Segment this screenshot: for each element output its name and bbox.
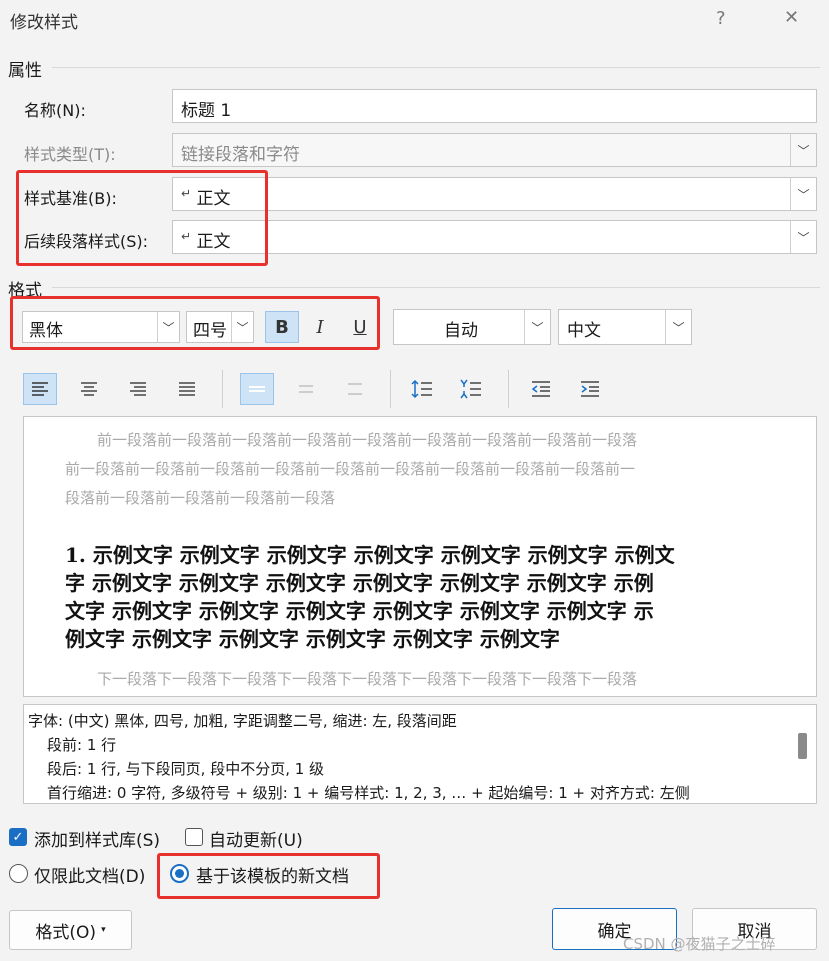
next-paragraph-line: 下一段落下一段落下一段落下一段落下一段落下一段落下一段落下一段落下一段落 (97, 670, 638, 688)
script-value: 中文 (567, 321, 601, 341)
name-label: 名称(N): (24, 101, 86, 120)
style-type-select: 链接段落和字符 ﹀ (172, 133, 817, 167)
decrease-paragraph-spacing-icon (460, 379, 481, 399)
highlight-box-template (157, 853, 380, 899)
format-menu-button[interactable]: 格式(O) ▾ (9, 910, 132, 950)
toolbar-separator (508, 370, 509, 408)
name-input[interactable]: 标题 1 (172, 89, 817, 123)
align-right-button[interactable] (121, 373, 155, 405)
style-description-box: 字体: (中文) 黑体, 四号, 加粗, 字距调整二号, 缩进: 左, 段落间距… (23, 704, 817, 804)
watermark-text: CSDN @夜猫子之士碎 (623, 935, 776, 953)
single-spacing-button[interactable] (240, 373, 274, 405)
highlight-box-style-base (16, 170, 268, 266)
chevron-down-icon: ﹀ (790, 178, 816, 210)
chevron-down-icon: ﹀ (665, 310, 691, 344)
only-this-document-radio[interactable] (9, 864, 28, 883)
style-preview-pane: 前一段落前一段落前一段落前一段落前一段落前一段落前一段落前一段落前一段落 前一段… (23, 416, 817, 697)
increase-indent-icon (581, 381, 599, 397)
align-left-icon (32, 382, 48, 396)
sample-text-line: 1. 示例文字 示例文字 示例文字 示例文字 示例文字 示例文字 示例文 (65, 543, 675, 567)
double-spacing-icon (348, 383, 362, 395)
only-this-document-label[interactable]: 仅限此文档(D) (34, 862, 145, 887)
sample-text-line: 例文字 示例文字 示例文字 示例文字 示例文字 示例文字 (65, 627, 560, 651)
align-center-button[interactable] (72, 373, 106, 405)
increase-paragraph-spacing-icon (411, 379, 432, 399)
description-scrollbar[interactable] (798, 733, 807, 759)
style-type-value: 链接段落和字符 (181, 145, 300, 165)
description-line: 首行缩进: 0 字符, 多级符号 + 级别: 1 + 编号样式: 1, 2, 3… (47, 784, 690, 802)
format-divider (52, 287, 820, 288)
single-spacing-icon (249, 386, 265, 392)
increase-indent-button[interactable] (573, 373, 607, 405)
next-style-select[interactable]: ↵ 正文 ﹀ (172, 220, 817, 254)
increase-spacing-button[interactable] (405, 373, 439, 405)
chevron-down-icon: ﹀ (524, 310, 550, 344)
align-right-icon (130, 382, 146, 396)
toolbar-separator (222, 370, 223, 408)
add-to-gallery-checkbox[interactable]: ✓ (9, 828, 27, 846)
decrease-spacing-button[interactable] (454, 373, 488, 405)
based-on-select[interactable]: ↵ 正文 ﹀ (172, 177, 817, 211)
color-select[interactable]: 自动 ﹀ (393, 309, 551, 345)
previous-paragraph-line: 前一段落前一段落前一段落前一段落前一段落前一段落前一段落前一段落前一段落 (97, 431, 638, 449)
chevron-down-icon: ﹀ (790, 221, 816, 253)
dialog-title: 修改样式 (10, 13, 78, 33)
help-icon[interactable]: ? (716, 8, 726, 29)
align-center-icon (81, 382, 97, 396)
script-select[interactable]: 中文 ﹀ (558, 309, 692, 345)
dropdown-caret-icon: ▾ (101, 925, 106, 935)
sample-text-line: 字 示例文字 示例文字 示例文字 示例文字 示例文字 示例文字 示例 (65, 571, 654, 595)
justify-icon (179, 382, 195, 396)
align-left-button[interactable] (23, 373, 57, 405)
properties-section-label: 属性 (8, 61, 42, 81)
color-value: 自动 (444, 321, 478, 341)
decrease-indent-button[interactable] (524, 373, 558, 405)
auto-update-label[interactable]: 自动更新(U) (209, 826, 303, 851)
description-line: 段前: 1 行 (47, 736, 117, 754)
one-half-spacing-icon (299, 385, 313, 393)
format-button-label: 格式(O) (35, 922, 97, 943)
chevron-down-icon: ﹀ (790, 134, 816, 166)
description-line: 段后: 1 行, 与下段同页, 段中不分页, 1 级 (47, 760, 325, 778)
close-icon[interactable]: ✕ (784, 7, 799, 28)
previous-paragraph-line: 前一段落前一段落前一段落前一段落前一段落前一段落前一段落前一段落前一段落前一 (65, 460, 636, 478)
properties-divider (52, 67, 820, 68)
one-half-spacing-button[interactable] (289, 373, 323, 405)
justify-button[interactable] (170, 373, 204, 405)
previous-paragraph-line: 段落前一段落前一段落前一段落前一段落 (65, 489, 336, 507)
sample-text-line: 文字 示例文字 示例文字 示例文字 示例文字 示例文字 示例文字 示 (65, 599, 654, 623)
add-to-gallery-label[interactable]: 添加到样式库(S) (34, 826, 160, 851)
highlight-box-font (10, 296, 380, 350)
style-type-label: 样式类型(T): (24, 145, 116, 164)
auto-update-checkbox[interactable] (185, 828, 203, 846)
double-spacing-button[interactable] (338, 373, 372, 405)
toolbar-separator (390, 370, 391, 408)
description-line: 字体: (中文) 黑体, 四号, 加粗, 字距调整二号, 缩进: 左, 段落间距 (28, 712, 457, 730)
decrease-indent-icon (531, 381, 550, 397)
